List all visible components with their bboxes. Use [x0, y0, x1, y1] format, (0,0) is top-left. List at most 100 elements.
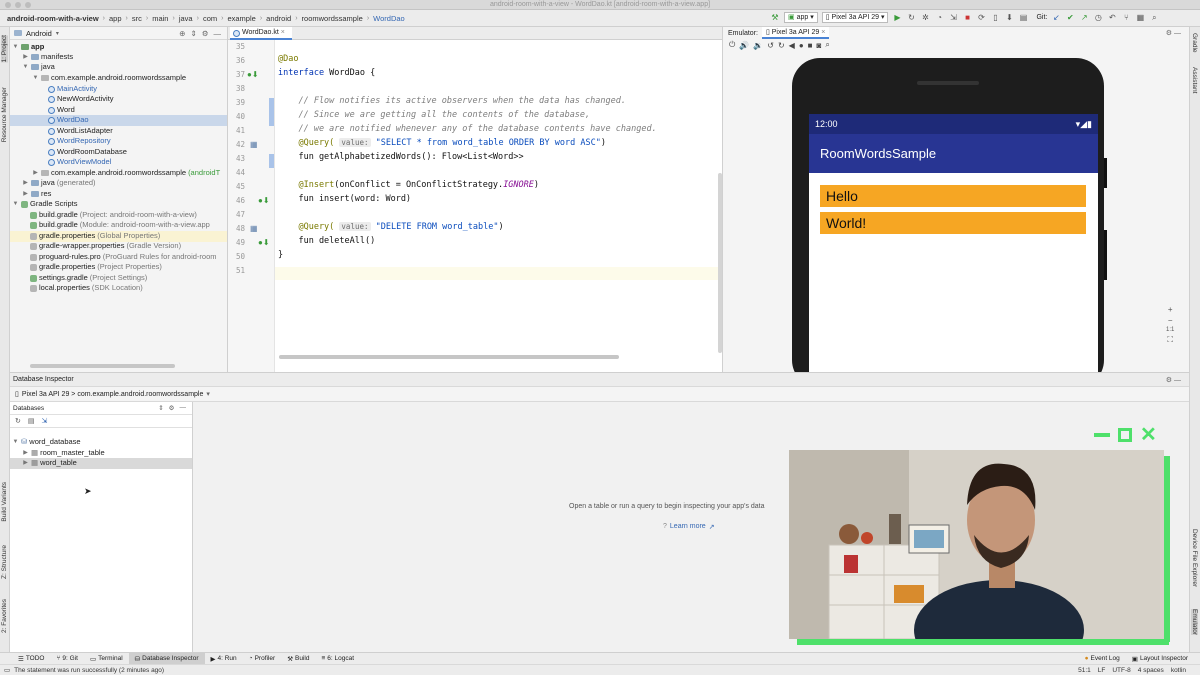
- tree-item-gradle-scripts[interactable]: ▼ Gradle Scripts: [12, 199, 78, 209]
- gear-icon[interactable]: ⚙: [169, 404, 175, 412]
- line-separator[interactable]: LF: [1098, 667, 1106, 674]
- close-icon[interactable]: ×: [281, 29, 285, 36]
- minimize-icon[interactable]: —: [180, 404, 187, 412]
- vcs-change-marker[interactable]: [269, 154, 274, 168]
- tab-worddao[interactable]: WordDao.kt ×: [230, 27, 292, 40]
- tree-item-database[interactable]: ▼ ⛁ word_database: [12, 437, 81, 447]
- project-view-mode[interactable]: Android: [26, 29, 52, 38]
- tree-item-file-selected[interactable]: WordDao: [48, 115, 89, 125]
- profiler-tool-button[interactable]: ◔ Profiler: [243, 653, 282, 665]
- sync-icon[interactable]: ⟳: [976, 13, 986, 23]
- gradle-tool-button[interactable]: Gradle: [1191, 33, 1198, 53]
- implementation-gutter-icon[interactable]: ●⬇: [258, 238, 270, 247]
- git-update-icon[interactable]: ↙: [1051, 13, 1061, 23]
- zoom-in-icon[interactable]: +: [1166, 305, 1174, 314]
- phone-screen[interactable]: 12:00 ▾◢▮ RoomWordsSample Hello World!: [809, 114, 1098, 374]
- debug-icon[interactable]: ✲: [920, 13, 930, 23]
- db-process-selector[interactable]: Pixel 3a API 29 > com.example.android.ro…: [22, 391, 204, 398]
- gear-icon[interactable]: ⚙ —: [1166, 29, 1189, 37]
- database-gutter-icon[interactable]: ▦: [250, 224, 258, 233]
- tree-item-package[interactable]: ▶ com.example.android.roomwordssample (an…: [32, 168, 220, 178]
- tree-item-file[interactable]: WordListAdapter: [48, 126, 113, 136]
- language-mode[interactable]: kotlin: [1171, 667, 1186, 674]
- breadcrumb-item[interactable]: app: [107, 14, 124, 23]
- home-icon[interactable]: ●: [799, 41, 804, 50]
- code-line[interactable]: // we are notified whenever any of the d…: [278, 124, 656, 134]
- minimize-icon[interactable]: —: [214, 29, 222, 38]
- back-icon[interactable]: ◀: [789, 41, 795, 50]
- tree-item-file[interactable]: NewWordActivity: [48, 94, 114, 104]
- file-encoding[interactable]: UTF-8: [1112, 667, 1130, 674]
- git-push-icon[interactable]: ↗: [1079, 13, 1089, 23]
- implementation-gutter-icon[interactable]: ●⬇: [258, 196, 270, 205]
- tree-item-package[interactable]: ▼ com.example.android.roomwordssample: [32, 73, 187, 83]
- caret-position[interactable]: 51:1: [1078, 667, 1091, 674]
- minimize-icon[interactable]: [1094, 433, 1110, 437]
- breadcrumb-item[interactable]: java: [177, 14, 195, 23]
- implementation-gutter-icon[interactable]: ●⬇: [247, 70, 259, 79]
- git-branches-icon[interactable]: ⑂: [1121, 13, 1131, 23]
- git-tool-button[interactable]: ⑂ 9: Git: [51, 653, 84, 665]
- vcs-change-marker[interactable]: [269, 98, 274, 126]
- avd-manager-icon[interactable]: ▯: [990, 13, 1000, 23]
- vertical-scrollbar[interactable]: [718, 173, 722, 353]
- tree-item-java-generated[interactable]: ▶ java (generated): [22, 178, 95, 188]
- tree-item-file[interactable]: WordRoomDatabase: [48, 147, 127, 157]
- hammer-icon[interactable]: ⚒: [770, 13, 780, 23]
- terminal-tool-button[interactable]: ▭ Terminal: [84, 653, 129, 665]
- tree-item-file[interactable]: WordRepository: [48, 136, 111, 146]
- resource-manager-tool-button[interactable]: Resource Manager: [1, 87, 8, 142]
- breadcrumb-item[interactable]: roomwordssample: [300, 14, 365, 23]
- tree-item-app[interactable]: ▼ app: [12, 42, 45, 52]
- structure-icon[interactable]: ▦: [1135, 13, 1145, 23]
- sort-icon[interactable]: ⇕: [158, 404, 163, 412]
- close-icon[interactable]: ✕: [1140, 425, 1157, 445]
- code-line[interactable]: @Query( value: "DELETE FROM word_table"): [278, 222, 504, 232]
- tree-item-gradle-file[interactable]: gradle.properties (Project Properties): [30, 262, 162, 272]
- rotate-left-icon[interactable]: ↺: [767, 41, 774, 50]
- tree-item-gradle-file[interactable]: local.properties (SDK Location): [30, 283, 143, 293]
- tree-item-java[interactable]: ▼ java: [22, 62, 55, 72]
- todo-tool-button[interactable]: ☰ TODO: [12, 653, 51, 665]
- tree-item-manifests[interactable]: ▶ manifests: [22, 52, 73, 62]
- sdk-manager-icon[interactable]: ⬇: [1004, 13, 1014, 23]
- logcat-tool-button[interactable]: ≡ 6: Logcat: [315, 653, 360, 665]
- database-gutter-icon[interactable]: ▦: [250, 140, 258, 149]
- tree-item-file[interactable]: WordViewModel: [48, 157, 111, 167]
- volume-down-icon[interactable]: 🔉: [753, 41, 763, 50]
- horizontal-scrollbar[interactable]: [30, 364, 175, 368]
- tree-item-res[interactable]: ▶ res: [22, 189, 51, 199]
- code-line[interactable]: fun deleteAll(): [278, 236, 375, 246]
- tree-item-file[interactable]: MainActivity: [48, 84, 97, 94]
- fit-screen-icon[interactable]: ⛶: [1166, 335, 1174, 345]
- git-commit-icon[interactable]: ✔: [1065, 13, 1075, 23]
- tab-emulator-device[interactable]: ▯ Pixel 3a API 29 ×: [761, 27, 830, 39]
- search-icon[interactable]: ⌕: [1149, 13, 1159, 23]
- device-select[interactable]: ▯ Pixel 3a API 29 ▾: [821, 12, 889, 23]
- git-rollback-icon[interactable]: ↶: [1107, 13, 1117, 23]
- run-tool-button[interactable]: ▶ 4: Run: [205, 653, 243, 665]
- tree-item-table-selected[interactable]: ▶ ▦ word_table: [22, 458, 77, 468]
- event-log-tool-button[interactable]: ● Event Log: [1079, 653, 1126, 665]
- run-config-select[interactable]: ▣ app ▾: [784, 12, 818, 23]
- run-icon[interactable]: ▶: [892, 13, 902, 23]
- emulator-tool-button[interactable]: Emulator: [1191, 609, 1198, 636]
- code-line[interactable]: fun getAlphabetizedWords(): Flow<List<Wo…: [278, 152, 523, 162]
- code-line[interactable]: // Since we are getting all the contents…: [278, 110, 590, 120]
- code-line[interactable]: }: [278, 250, 283, 260]
- learn-more-link[interactable]: ? Learn more ↗: [663, 523, 715, 531]
- device-file-explorer-tool-button[interactable]: Device File Explorer: [1191, 529, 1198, 587]
- breadcrumb-project[interactable]: android-room-with-a-view: [5, 14, 101, 23]
- collapse-all-icon[interactable]: ⇕: [190, 29, 196, 38]
- tree-item-gradle-file[interactable]: build.gradle (Module: android-room-with-…: [30, 220, 210, 230]
- zoom-icon[interactable]: ⌕: [825, 40, 829, 50]
- breadcrumb-item[interactable]: src: [130, 14, 144, 23]
- rotate-right-icon[interactable]: ↻: [778, 41, 785, 50]
- breadcrumb-current[interactable]: WordDao: [371, 14, 407, 23]
- horizontal-scrollbar[interactable]: [279, 355, 619, 359]
- locate-icon[interactable]: ⊕: [179, 29, 185, 38]
- breadcrumb-item[interactable]: main: [150, 14, 170, 23]
- code-line[interactable]: @Dao: [278, 54, 298, 64]
- attach-debugger-icon[interactable]: ⇲: [948, 13, 958, 23]
- structure-tool-button[interactable]: Z: Structure: [1, 545, 8, 579]
